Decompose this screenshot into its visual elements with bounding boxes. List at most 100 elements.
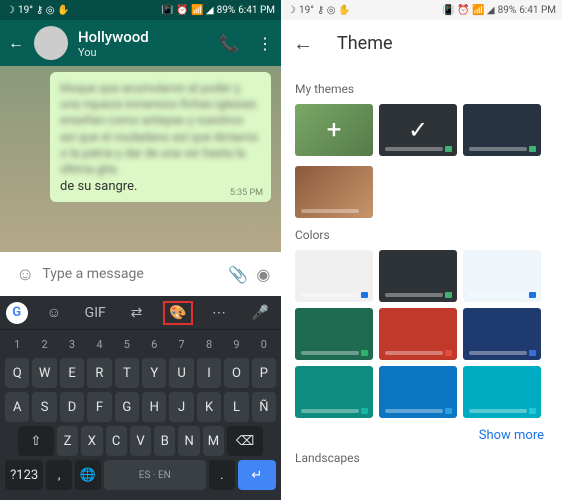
call-icon[interactable]: 📞 xyxy=(219,34,239,53)
theme-thumb[interactable] xyxy=(463,308,541,360)
key-m[interactable]: M xyxy=(203,426,224,456)
key-5[interactable]: 5 xyxy=(115,334,139,354)
message-input-bar: ☺ 📎 ◉ 🎤 xyxy=(0,252,281,296)
theme-thumb[interactable]: ✓ xyxy=(379,104,457,156)
backspace-key[interactable]: ⌫ xyxy=(227,426,263,456)
key-8[interactable]: 8 xyxy=(197,334,221,354)
message-input[interactable]: ☺ 📎 ◉ xyxy=(6,256,280,292)
translate-icon[interactable]: ⇄ xyxy=(121,305,151,321)
message-bubble[interactable]: bloque que acumularon al poder y una riq… xyxy=(50,72,271,202)
keyboard-theme-screen: ☽ 19° ⚷ ◎ ✋ 📳 ⏰ 📶 ◢ 89% 6:41 PM ← Theme … xyxy=(281,0,562,500)
key-x[interactable]: X xyxy=(81,426,102,456)
key-9[interactable]: 9 xyxy=(224,334,248,354)
emoji-icon[interactable]: ☺ xyxy=(16,264,34,285)
mic-keyboard-icon[interactable]: 🎤 xyxy=(245,305,275,321)
key-3[interactable]: 3 xyxy=(60,334,84,354)
my-themes-grid-2 xyxy=(295,166,548,218)
key-t[interactable]: T xyxy=(115,358,139,388)
key-r[interactable]: R xyxy=(87,358,111,388)
camera-icon[interactable]: ◉ xyxy=(256,265,270,284)
key-h[interactable]: H xyxy=(142,392,166,422)
chat-header: ← Hollywood You 📞 ⋮ xyxy=(0,20,281,66)
key-v[interactable]: V xyxy=(130,426,151,456)
number-row: 1234567890 xyxy=(2,334,279,354)
text-input[interactable] xyxy=(42,266,220,282)
avatar[interactable] xyxy=(34,26,68,60)
key-u[interactable]: U xyxy=(169,358,193,388)
status-bar: ☽ 19° ⚷ ◎ ✋ 📳 ⏰ 📶 ◢ 89% 6:41 PM xyxy=(281,0,562,20)
theme-thumb[interactable] xyxy=(295,166,373,218)
google-icon[interactable]: G xyxy=(6,302,28,324)
key-0[interactable]: 0 xyxy=(252,334,276,354)
my-themes-grid: +✓ xyxy=(295,104,548,156)
more-icon[interactable]: ⋮ xyxy=(257,34,273,53)
key-c[interactable]: C xyxy=(106,426,127,456)
theme-thumb[interactable] xyxy=(463,104,541,156)
key-y[interactable]: Y xyxy=(142,358,166,388)
status-bar: ☽ 19° ⚷ ◎ ✋ 📳 ⏰ 📶 ◢ 89% 6:41 PM xyxy=(0,0,281,20)
key-z[interactable]: Z xyxy=(57,426,78,456)
attach-icon[interactable]: 📎 xyxy=(228,265,248,284)
theme-thumb[interactable] xyxy=(379,308,457,360)
key-b[interactable]: B xyxy=(154,426,175,456)
key-1[interactable]: 1 xyxy=(5,334,29,354)
key-a[interactable]: A xyxy=(5,392,29,422)
key-o[interactable]: O xyxy=(224,358,248,388)
lang-key[interactable]: 🌐 xyxy=(75,460,101,490)
comma-key[interactable]: , xyxy=(46,460,72,490)
theme-thumb[interactable] xyxy=(379,250,457,302)
show-more-link[interactable]: Show more xyxy=(299,428,544,443)
theme-header: ← Theme xyxy=(281,20,562,66)
status-right: 📳 ⏰ 📶 ◢ 89% 6:41 PM xyxy=(161,5,275,16)
chat-title: Hollywood xyxy=(78,28,209,46)
key-d[interactable]: D xyxy=(60,392,84,422)
theme-thumb[interactable]: + xyxy=(295,104,373,156)
key-2[interactable]: 2 xyxy=(32,334,56,354)
key-row-2: ASDFGHJKLÑ xyxy=(2,392,279,422)
chat-area[interactable]: bloque que acumularon al poder y una riq… xyxy=(0,66,281,252)
theme-thumb[interactable] xyxy=(379,366,457,418)
key-row-3: ⇧ ZXCVBNM ⌫ xyxy=(2,426,279,456)
message-text-blurred: bloque que acumularon al poder y una riq… xyxy=(60,80,261,177)
theme-thumb[interactable] xyxy=(463,250,541,302)
keyboard-toolbar: G ☺ GIF ⇄ 🎨 ⋯ 🎤 xyxy=(0,296,281,330)
key-ñ[interactable]: Ñ xyxy=(252,392,276,422)
key-l[interactable]: L xyxy=(224,392,248,422)
shift-key[interactable]: ⇧ xyxy=(18,426,54,456)
header-text[interactable]: Hollywood You xyxy=(78,28,209,59)
colors-grid xyxy=(295,250,548,418)
theme-thumb[interactable] xyxy=(295,366,373,418)
message-time: 5:35 PM xyxy=(230,188,263,198)
key-6[interactable]: 6 xyxy=(142,334,166,354)
key-q[interactable]: Q xyxy=(5,358,29,388)
key-i[interactable]: I xyxy=(197,358,221,388)
period-key[interactable]: . xyxy=(209,460,235,490)
key-g[interactable]: G xyxy=(115,392,139,422)
key-7[interactable]: 7 xyxy=(169,334,193,354)
key-k[interactable]: K xyxy=(197,392,221,422)
key-w[interactable]: W xyxy=(32,358,56,388)
theme-thumb[interactable] xyxy=(295,308,373,360)
symbols-key[interactable]: ?123 xyxy=(5,460,43,490)
sticker-icon[interactable]: ☺ xyxy=(39,304,69,321)
back-arrow-icon[interactable]: ← xyxy=(293,31,313,56)
key-j[interactable]: J xyxy=(169,392,193,422)
key-4[interactable]: 4 xyxy=(87,334,111,354)
key-n[interactable]: N xyxy=(178,426,199,456)
key-p[interactable]: P xyxy=(252,358,276,388)
keyboard: G ☺ GIF ⇄ 🎨 ⋯ 🎤 1234567890 QWERTYUIOP AS… xyxy=(0,296,281,500)
whatsapp-chat-screen: ☽ 19° ⚷ ◎ ✋ 📳 ⏰ 📶 ◢ 89% 6:41 PM ← Hollyw… xyxy=(0,0,281,500)
theme-palette-icon[interactable]: 🎨 xyxy=(163,301,193,325)
key-e[interactable]: E xyxy=(60,358,84,388)
more-keyboard-icon[interactable]: ⋯ xyxy=(204,305,234,321)
enter-key[interactable]: ↵ xyxy=(238,460,276,490)
colors-label: Colors xyxy=(295,228,548,242)
chat-subtitle: You xyxy=(78,46,209,59)
key-f[interactable]: F xyxy=(87,392,111,422)
theme-thumb[interactable] xyxy=(463,366,541,418)
theme-thumb[interactable] xyxy=(295,250,373,302)
back-arrow-icon[interactable]: ← xyxy=(8,33,24,53)
gif-button[interactable]: GIF xyxy=(80,305,110,321)
space-key[interactable]: ES · EN xyxy=(104,460,206,490)
key-s[interactable]: S xyxy=(32,392,56,422)
